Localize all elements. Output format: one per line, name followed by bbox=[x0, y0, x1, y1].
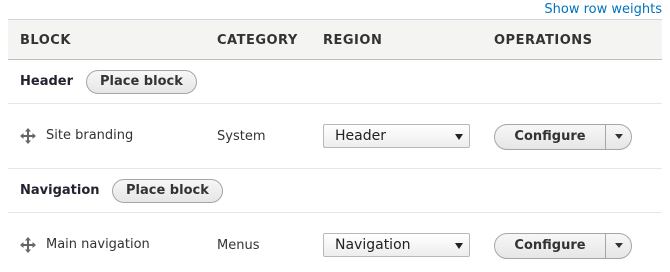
region-select-value: Header bbox=[335, 128, 386, 144]
blocks-table: BLOCK CATEGORY REGION OPERATIONS Header … bbox=[8, 19, 662, 272]
operations-dropbutton: Configure bbox=[494, 124, 632, 150]
region-title: Navigation bbox=[20, 183, 100, 198]
column-header-category: CATEGORY bbox=[217, 33, 298, 48]
dropbutton-toggle[interactable] bbox=[606, 125, 631, 149]
triangle-down-icon bbox=[615, 134, 623, 139]
block-name: Main navigation bbox=[46, 237, 150, 252]
triangle-down-icon bbox=[615, 243, 623, 248]
block-layout-page: Show row weights BLOCK CATEGORY REGION O… bbox=[0, 0, 670, 272]
block-category: System bbox=[217, 129, 266, 144]
column-header-block: BLOCK bbox=[20, 33, 71, 48]
configure-button[interactable]: Configure bbox=[495, 125, 605, 149]
region-select[interactable]: Navigation bbox=[323, 233, 470, 257]
dropbutton-toggle[interactable] bbox=[606, 234, 631, 258]
move-arrows-icon[interactable] bbox=[20, 237, 36, 253]
table-row: Site branding System Header Configure bbox=[8, 104, 662, 169]
block-category: Menus bbox=[217, 238, 260, 253]
region-select[interactable]: Header bbox=[323, 124, 470, 148]
move-arrows-icon[interactable] bbox=[20, 128, 36, 144]
region-title: Header bbox=[20, 74, 74, 89]
region-row-navigation: Navigation Place block bbox=[8, 169, 662, 213]
block-name: Site branding bbox=[46, 128, 134, 143]
place-block-button[interactable]: Place block bbox=[86, 70, 197, 94]
show-row-weights-link[interactable]: Show row weights bbox=[544, 2, 662, 17]
operations-dropbutton: Configure bbox=[494, 233, 632, 259]
configure-button[interactable]: Configure bbox=[495, 234, 605, 258]
region-row-header: Header Place block bbox=[8, 60, 662, 104]
column-header-region: REGION bbox=[323, 33, 383, 48]
place-block-button[interactable]: Place block bbox=[112, 179, 223, 203]
triangle-down-icon bbox=[455, 134, 463, 140]
region-select-value: Navigation bbox=[335, 237, 411, 253]
table-row: Main navigation Menus Navigation Configu… bbox=[8, 213, 662, 272]
table-header: BLOCK CATEGORY REGION OPERATIONS bbox=[8, 19, 662, 60]
column-header-operations: OPERATIONS bbox=[494, 33, 593, 48]
triangle-down-icon bbox=[455, 243, 463, 249]
